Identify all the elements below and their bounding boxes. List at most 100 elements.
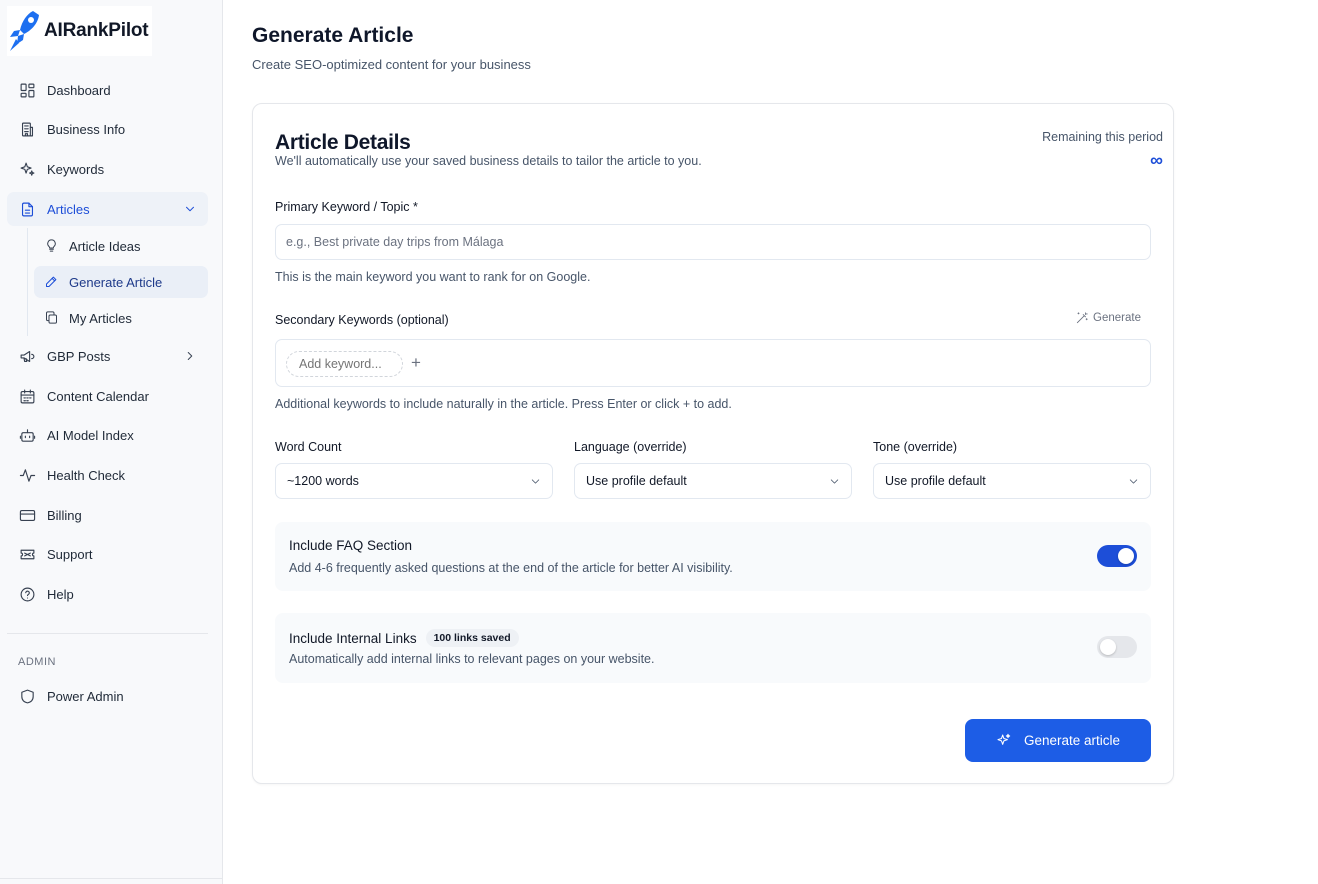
sidebar-item-support[interactable]: Support bbox=[7, 537, 208, 571]
internal-links-title-text: Include Internal Links bbox=[289, 630, 417, 646]
links-saved-badge: 100 links saved bbox=[425, 629, 519, 647]
generate-keywords-button[interactable]: Generate bbox=[1075, 311, 1141, 325]
tone-select[interactable]: Use profile default bbox=[873, 463, 1151, 499]
sidebar-item-help[interactable]: Help bbox=[7, 577, 208, 611]
rocket-logo-icon bbox=[10, 11, 39, 51]
sidebar-item-gbp-posts[interactable]: GBP Posts bbox=[7, 339, 208, 373]
sidebar-item-label: Content Calendar bbox=[47, 388, 149, 404]
faq-toggle-switch[interactable] bbox=[1097, 545, 1137, 567]
calendar-icon bbox=[18, 387, 36, 405]
tone-label: Tone (override) bbox=[873, 440, 958, 454]
dashboard-icon bbox=[18, 81, 36, 99]
add-keyword-button[interactable]: + bbox=[411, 352, 421, 374]
sidebar-item-label: AI Model Index bbox=[47, 427, 134, 443]
sidebar-subitem-my-articles[interactable]: My Articles bbox=[34, 302, 208, 334]
app-name: AIRankPilot bbox=[44, 20, 149, 41]
copy-icon bbox=[44, 310, 60, 326]
sidebar-item-ai-model-index[interactable]: AI Model Index bbox=[7, 418, 208, 452]
card-title: Article Details bbox=[275, 131, 411, 154]
sidebar-subitem-article-ideas[interactable]: Article Ideas bbox=[34, 230, 208, 262]
primary-keyword-label: Primary Keyword / Topic * bbox=[275, 200, 418, 214]
internal-links-panel: Include Internal Links 100 links saved A… bbox=[275, 613, 1151, 683]
faq-toggle-description: Add 4-6 frequently asked questions at th… bbox=[289, 561, 733, 575]
article-details-card: Article Details We'll automatically use … bbox=[252, 103, 1174, 784]
sidebar-item-power-admin[interactable]: Power Admin bbox=[7, 679, 208, 713]
sidebar-subitem-label: Generate Article bbox=[69, 274, 163, 290]
shield-icon bbox=[18, 687, 36, 705]
faq-toggle-title: Include FAQ Section bbox=[289, 538, 412, 553]
secondary-keywords-label: Secondary Keywords (optional) bbox=[275, 313, 449, 327]
remaining-label: Remaining this period bbox=[1042, 130, 1163, 144]
switch-knob bbox=[1118, 548, 1134, 564]
chevron-down-icon bbox=[828, 475, 841, 488]
secondary-keywords-box: + bbox=[275, 339, 1151, 387]
sidebar-item-label: Keywords bbox=[47, 161, 105, 177]
tone-value: Use profile default bbox=[885, 474, 986, 488]
sidebar-item-keywords[interactable]: Keywords bbox=[7, 152, 208, 186]
magic-wand-icon bbox=[1076, 312, 1088, 324]
sidebar-item-content-calendar[interactable]: Content Calendar bbox=[7, 379, 208, 413]
megaphone-icon bbox=[18, 347, 36, 365]
sidebar-item-label: GBP Posts bbox=[47, 348, 111, 364]
sidebar-subitem-label: My Articles bbox=[69, 310, 132, 326]
credit-card-icon bbox=[18, 506, 36, 524]
language-select[interactable]: Use profile default bbox=[574, 463, 852, 499]
sidebar-item-label: Dashboard bbox=[47, 82, 111, 98]
sidebar-item-label: Power Admin bbox=[47, 688, 124, 704]
faq-section-panel: Include FAQ Section Add 4-6 frequently a… bbox=[275, 522, 1151, 591]
sidebar-bottom-border bbox=[0, 878, 223, 879]
faq-toggle-title-text: Include FAQ Section bbox=[289, 538, 413, 553]
switch-knob bbox=[1100, 639, 1116, 655]
sidebar-divider bbox=[7, 633, 208, 634]
primary-keyword-hint: This is the main keyword you want to ran… bbox=[275, 270, 591, 284]
internal-links-toggle-switch[interactable] bbox=[1097, 636, 1137, 658]
page-title: Generate Article bbox=[252, 24, 414, 47]
word-count-value: ~1200 words bbox=[287, 474, 359, 488]
sidebar-item-dashboard[interactable]: Dashboard bbox=[7, 73, 208, 107]
app-logo[interactable]: AIRankPilot bbox=[7, 6, 152, 56]
sidebar-item-articles[interactable]: Articles bbox=[7, 192, 208, 226]
sidebar-item-label: Business Info bbox=[47, 121, 126, 137]
secondary-keywords-hint: Additional keywords to include naturally… bbox=[275, 397, 732, 411]
chevron-down-icon[interactable] bbox=[183, 202, 197, 216]
sparkles-icon bbox=[18, 160, 36, 178]
language-label: Language (override) bbox=[574, 440, 687, 454]
card-description: We'll automatically use your saved busin… bbox=[275, 154, 702, 168]
ticket-icon bbox=[18, 545, 36, 563]
sidebar-item-label: Help bbox=[47, 586, 74, 602]
sidebar: AIRankPilot Dashboard Business Info Keyw… bbox=[0, 0, 223, 884]
sidebar-item-billing[interactable]: Billing bbox=[7, 498, 208, 532]
generate-article-label: Generate article bbox=[1023, 733, 1121, 748]
lightbulb-icon bbox=[44, 238, 60, 254]
activity-icon bbox=[18, 466, 36, 484]
add-keyword-input[interactable] bbox=[286, 351, 403, 377]
page-subtitle: Create SEO-optimized content for your bu… bbox=[252, 57, 531, 72]
admin-section-label: ADMIN bbox=[18, 656, 56, 668]
internal-links-toggle-title: Include Internal Links 100 links saved bbox=[289, 629, 519, 647]
sidebar-item-business-info[interactable]: Business Info bbox=[7, 112, 208, 146]
sidebar-item-label: Support bbox=[47, 546, 93, 562]
sidebar-subitem-generate-article[interactable]: Generate Article bbox=[34, 266, 208, 298]
language-value: Use profile default bbox=[586, 474, 687, 488]
document-icon bbox=[18, 200, 36, 218]
building-icon bbox=[18, 120, 36, 138]
help-circle-icon bbox=[18, 585, 36, 603]
chevron-right-icon[interactable] bbox=[183, 349, 197, 363]
generate-article-button[interactable]: Generate article bbox=[965, 719, 1151, 762]
sidebar-item-label: Articles bbox=[47, 201, 90, 217]
chevron-down-icon bbox=[1127, 475, 1140, 488]
sidebar-item-health-check[interactable]: Health Check bbox=[7, 458, 208, 492]
remaining-value: ∞ bbox=[1150, 150, 1163, 170]
chevron-down-icon bbox=[529, 475, 542, 488]
sidebar-subitem-label: Article Ideas bbox=[69, 238, 141, 254]
subnav-line bbox=[27, 228, 28, 336]
sidebar-item-label: Billing bbox=[47, 507, 82, 523]
primary-keyword-input[interactable] bbox=[275, 224, 1151, 260]
bot-icon bbox=[18, 426, 36, 444]
word-count-label: Word Count bbox=[275, 440, 342, 454]
word-count-select[interactable]: ~1200 words bbox=[275, 463, 553, 499]
internal-links-description: Automatically add internal links to rele… bbox=[289, 652, 655, 666]
generate-keywords-label: Generate bbox=[1093, 312, 1141, 324]
sidebar-item-label: Health Check bbox=[47, 467, 126, 483]
pencil-icon bbox=[44, 274, 60, 290]
